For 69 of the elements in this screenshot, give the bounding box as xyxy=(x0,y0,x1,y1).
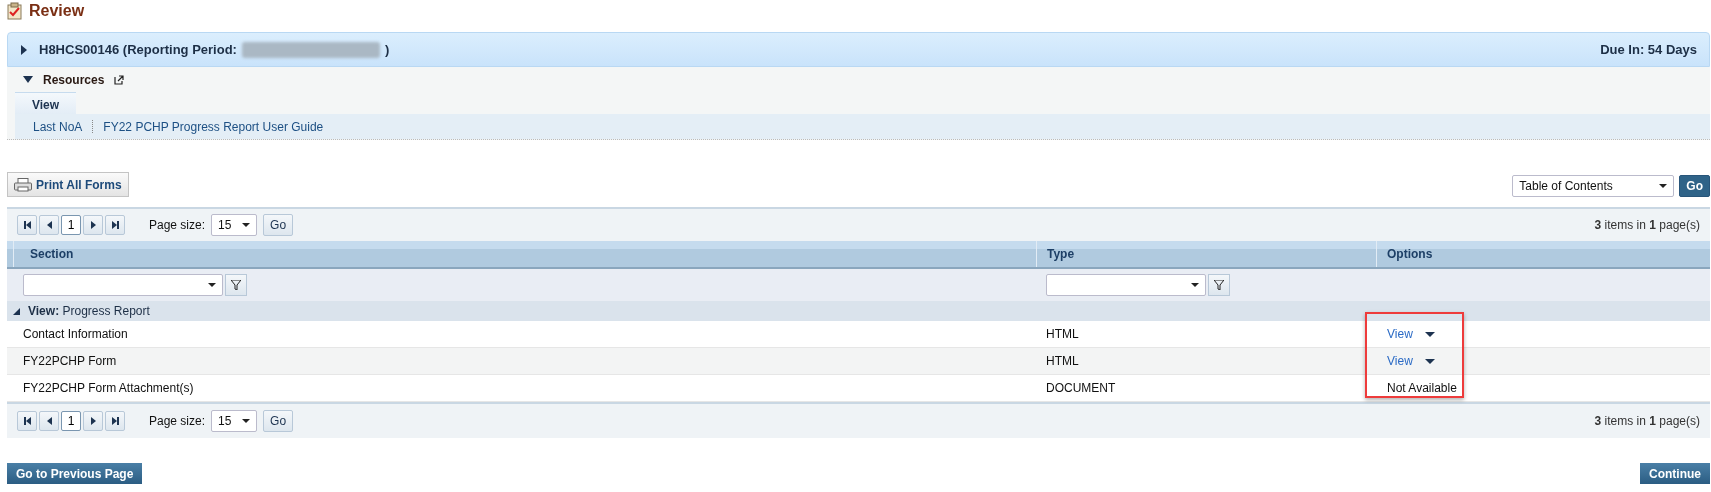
section-cell-text: FY22PCHP Form xyxy=(22,354,118,368)
contents-dropdown[interactable]: Table of Contents xyxy=(1512,175,1675,197)
triangle-left-icon xyxy=(46,221,52,229)
column-header[interactable]: Options xyxy=(1376,241,1710,267)
last-page-button[interactable] xyxy=(105,215,125,235)
caret-down-icon xyxy=(1191,283,1199,287)
page-size-label: Page size: xyxy=(149,218,206,232)
caret-down-icon[interactable] xyxy=(23,76,33,83)
go-button[interactable]: Go xyxy=(263,214,294,236)
page-number-button[interactable]: 1 xyxy=(61,411,81,431)
page-number-button[interactable]: 1 xyxy=(61,215,81,235)
filter-button[interactable] xyxy=(1208,274,1230,296)
first-page-icon xyxy=(23,221,31,229)
items-summary: 3 items in 1 page(s) xyxy=(1594,218,1700,232)
first-page-button[interactable] xyxy=(17,411,37,431)
type-cell-text: HTML xyxy=(1045,327,1080,341)
caret-down-icon xyxy=(208,283,216,287)
funnel-icon xyxy=(1214,280,1224,290)
print-all-forms-button[interactable]: Print All Forms xyxy=(7,172,129,197)
external-link-icon[interactable] xyxy=(114,74,125,85)
go-button[interactable]: Go xyxy=(1679,175,1710,197)
next-page-button[interactable] xyxy=(83,411,103,431)
header-title: H8HCS00146 (Reporting Period: xyxy=(39,42,237,57)
group-label: View: Progress Report xyxy=(28,304,150,318)
type-cell-text: DOCUMENT xyxy=(1045,381,1117,395)
last-page-button[interactable] xyxy=(105,411,125,431)
last-page-icon xyxy=(111,417,119,425)
caret-down-icon[interactable] xyxy=(1424,331,1435,337)
type-cell-text: HTML xyxy=(1045,354,1080,368)
triangle-right-icon xyxy=(90,417,96,425)
last-page-icon xyxy=(111,221,119,229)
section-cell-text: FY22PCHP Form Attachment(s) xyxy=(22,381,195,395)
caret-down-icon xyxy=(1659,184,1668,188)
continue-button[interactable]: Continue xyxy=(1640,463,1710,484)
previous-page-button[interactable]: Go to Previous Page xyxy=(7,463,143,484)
previous-page-button[interactable] xyxy=(39,411,59,431)
filter-button[interactable] xyxy=(225,274,247,296)
triangle-right-icon xyxy=(90,221,96,229)
column-header[interactable]: Section xyxy=(13,241,1036,267)
caret-down-icon[interactable] xyxy=(1424,358,1435,364)
first-page-icon xyxy=(23,417,31,425)
view-link[interactable]: View xyxy=(1387,327,1413,341)
page-size-dropdown[interactable]: 15 xyxy=(211,410,258,432)
previous-page-button[interactable] xyxy=(39,215,59,235)
funnel-icon xyxy=(231,280,241,290)
go-button[interactable]: Go xyxy=(263,410,294,432)
resource-link[interactable]: FY22 PCHP Progress Report User Guide xyxy=(103,119,324,134)
caret-down-icon xyxy=(242,419,251,423)
caret-right-icon[interactable] xyxy=(20,44,28,55)
page-title: Review xyxy=(29,2,85,20)
items-summary: 3 items in 1 page(s) xyxy=(1594,414,1700,428)
page-size-dropdown[interactable]: 15 xyxy=(211,214,258,236)
view-link[interactable]: View xyxy=(1387,354,1413,368)
section-cell-text: Contact Information xyxy=(22,327,129,341)
triangle-left-icon xyxy=(46,417,52,425)
clipboard-check-icon xyxy=(7,2,23,20)
resources-label[interactable]: Resources xyxy=(43,72,105,87)
header-title-end: ) xyxy=(384,42,390,57)
caret-down-icon xyxy=(242,223,251,227)
next-page-button[interactable] xyxy=(83,215,103,235)
first-page-button[interactable] xyxy=(17,215,37,235)
column-header[interactable]: Type xyxy=(1036,241,1376,267)
printer-icon xyxy=(14,177,32,192)
due-label: Due In: 54 Days xyxy=(1600,42,1697,57)
resource-link[interactable]: Last NoA xyxy=(33,119,83,134)
page-size-label: Page size: xyxy=(149,414,206,428)
option-status: Not Available xyxy=(1387,381,1457,395)
collapse-triangle-icon[interactable] xyxy=(13,307,20,315)
view-tab[interactable]: View xyxy=(15,92,77,114)
